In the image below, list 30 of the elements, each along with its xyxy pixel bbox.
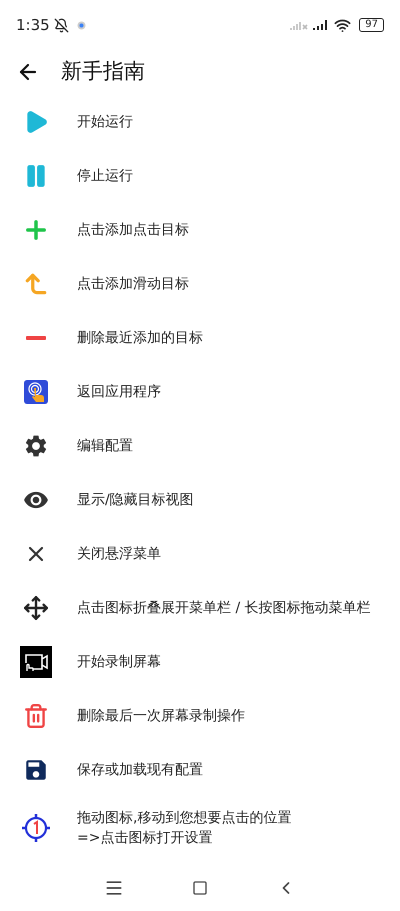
minus-icon [26, 336, 46, 340]
status-time: 1:35 [16, 14, 50, 36]
gear-icon [23, 433, 49, 459]
guide-text: 删除最近添加的目标 [77, 329, 203, 348]
bell-off-icon [54, 18, 69, 32]
guide-text: 编辑配置 [77, 437, 133, 456]
guide-text: 停止运行 [77, 167, 133, 186]
guide-text: 显示/隐藏目标视图 [77, 491, 194, 510]
guide-text: 保存或加载现有配置 [77, 761, 203, 780]
guide-text: 点击添加点击目标 [77, 221, 189, 240]
notification-dot-icon [76, 20, 86, 30]
battery-icon: 97 [359, 18, 384, 32]
guide-text: 返回应用程序 [77, 383, 161, 402]
page-title: 新手指南 [61, 58, 145, 86]
crosshair-icon [21, 813, 51, 843]
guide-text: 删除最后一次屏幕录制操作 [77, 707, 245, 726]
guide-text: 拖动图标,移动到您想要点击的位置 =>点击图标打开设置 [77, 809, 292, 848]
app-icon [24, 380, 48, 404]
video-camera-icon [20, 646, 52, 678]
wifi-icon [334, 16, 352, 34]
guide-text: 开始运行 [77, 113, 133, 132]
guide-text: 点击添加滑动目标 [77, 275, 189, 294]
curved-arrow-icon [23, 271, 49, 297]
trash-icon [23, 703, 49, 729]
home-icon[interactable] [192, 880, 208, 896]
guide-text: 关闭悬浮菜单 [77, 545, 161, 564]
guide-text: 开始录制屏幕 [77, 653, 161, 672]
move-icon [23, 595, 49, 621]
guide-text: 点击图标折叠展开菜单栏 / 长按图标拖动菜单栏 [77, 599, 371, 618]
signal-icon [290, 19, 308, 31]
